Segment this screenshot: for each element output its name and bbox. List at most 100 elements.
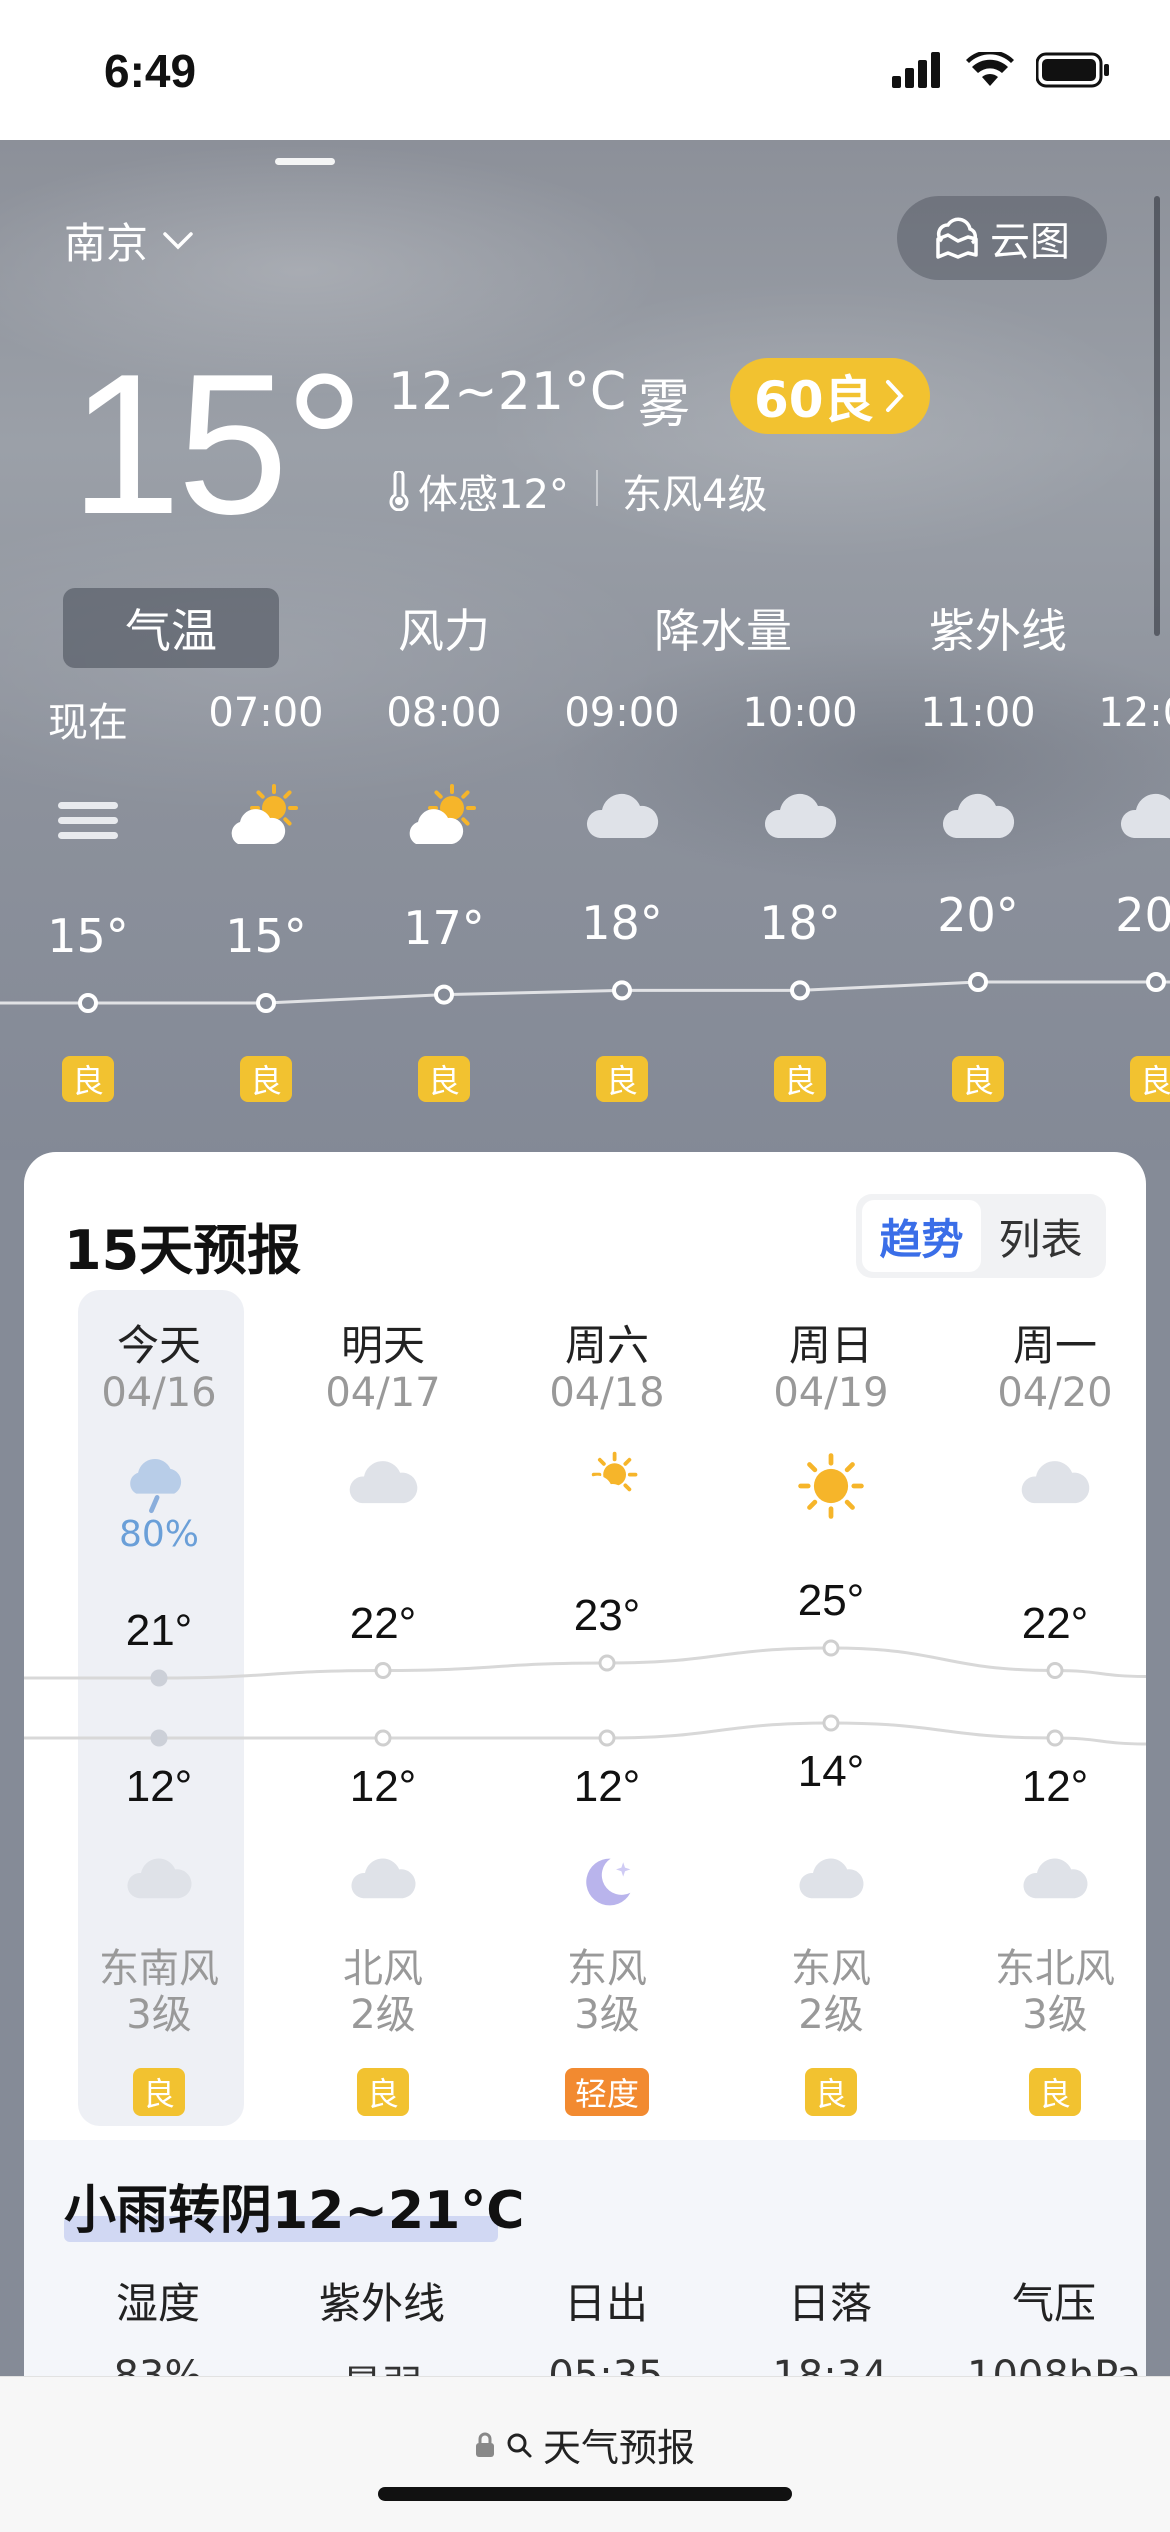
day-low: 12°: [1021, 1762, 1089, 1811]
wifi-icon: [966, 52, 1014, 86]
day-name: 今天: [116, 1321, 201, 1370]
sun-icon: [798, 1453, 864, 1519]
day-high: 21°: [125, 1606, 193, 1655]
hour-point: [968, 972, 988, 992]
feels-like-text: 体感12°: [418, 472, 569, 518]
cloudy-icon: [764, 793, 837, 838]
hour-point: [1146, 972, 1166, 992]
hour-temp: 15°: [225, 909, 307, 963]
forecast-day[interactable]: 明天 04/17 22° 12° 北风 2级 良: [271, 1152, 495, 2132]
forecast-day[interactable]: 周一 04/20 22° 12° 东北风 3级 良: [943, 1152, 1146, 2132]
day-name: 周一: [1012, 1321, 1097, 1370]
day-date: 04/17: [325, 1370, 441, 1416]
partly-sunny-icon: [574, 1451, 638, 1509]
day-date: 04/18: [549, 1370, 665, 1416]
forecast-day[interactable]: 今天 04/16 80% 21° 12° 东南风 3级 良: [47, 1152, 271, 2132]
cloudy-icon: [586, 793, 659, 838]
day-low: 12°: [125, 1762, 193, 1811]
battery-icon: [1036, 52, 1109, 88]
day-aqi-badge: 轻度: [564, 2068, 650, 2116]
tab-wind[interactable]: 风力: [336, 588, 552, 668]
temp-range: 12~21°C: [388, 362, 627, 422]
stat-label: 日落: [787, 2279, 872, 2328]
hour-label: 09:00: [564, 690, 680, 736]
feels-like: 体感12°: [388, 462, 569, 520]
hour-aqi-badge: 良: [1130, 1056, 1170, 1102]
tab-uv[interactable]: 紫外线: [890, 588, 1106, 668]
hour-temp: 20°: [937, 888, 1019, 942]
day-aqi-badge: 良: [1028, 2068, 1082, 2116]
hour-label: 07:00: [208, 690, 324, 736]
chevron-right-icon: [885, 380, 904, 412]
cloudy-icon: [127, 1858, 192, 1899]
hourly-line: [0, 980, 1170, 1005]
partly-sunny-icon: [409, 784, 476, 844]
aqi-label: 60良: [754, 371, 874, 429]
address-bar[interactable]: 天气预报: [0, 2417, 1170, 2472]
hour-point: [790, 980, 810, 1001]
current-temperature: 15°: [70, 333, 364, 556]
hour-aqi-badge: 良: [62, 1056, 114, 1102]
scrollbar[interactable]: [1154, 196, 1160, 636]
current-wind: 东风4级: [622, 472, 768, 518]
status-bar: 6:49: [0, 0, 1170, 140]
day-wind: 北风 2级: [343, 1946, 423, 2038]
thermometer-icon: [389, 471, 409, 511]
tab-temperature[interactable]: 气温: [63, 588, 279, 668]
cloudy-icon: [942, 793, 1015, 838]
hour-point: [612, 980, 632, 1001]
day-name: 周日: [788, 1321, 873, 1370]
hour-label: 08:00: [386, 690, 502, 736]
cloudy-icon: [1120, 793, 1170, 838]
hour-aqi-badge: 良: [596, 1056, 648, 1102]
stat-label: 湿度: [115, 2279, 200, 2328]
forecast-day[interactable]: 周日 04/19 25° 14° 东风 2级 良: [719, 1152, 943, 2132]
precip-chance: 80%: [118, 1514, 199, 1555]
day-low: 12°: [573, 1762, 641, 1811]
hour-point: [434, 984, 454, 1005]
day-high: 25°: [797, 1576, 865, 1625]
day-aqi-badge: 良: [356, 2068, 410, 2116]
hour-label: 现在: [48, 700, 128, 746]
day-wind: 东风 2级: [791, 1946, 871, 2038]
day-date: 04/16: [101, 1370, 217, 1416]
aqi-badge[interactable]: 60良: [730, 358, 930, 434]
forecast-day[interactable]: 周六 04/18 23° 12° 东风 3级 轻度: [495, 1152, 719, 2132]
hour-label: 11:00: [920, 690, 1036, 736]
cloudy-icon: [1021, 1461, 1090, 1504]
cloud-map-icon: [936, 217, 978, 259]
hour-temp: 18°: [759, 896, 841, 951]
day-name: 周六: [564, 1321, 649, 1370]
hour-temp: 20°: [1115, 888, 1170, 942]
day-aqi-badge: 良: [132, 2068, 186, 2116]
chevron-down-icon: [163, 231, 193, 249]
day-low: 12°: [349, 1762, 417, 1811]
day-high: 22°: [1021, 1598, 1089, 1648]
tab-precipitation[interactable]: 降水量: [615, 588, 831, 668]
partly-sunny-icon: [231, 784, 298, 844]
hour-label: 12:00: [1098, 690, 1170, 736]
hour-temp: 15°: [47, 909, 129, 963]
hour-point: [256, 993, 276, 1013]
hour-aqi-badge: 良: [774, 1056, 826, 1102]
hour-point: [78, 993, 98, 1013]
cloudy-icon: [351, 1858, 416, 1899]
hour-aqi-badge: 良: [418, 1056, 470, 1102]
browser-bottom-bar: 天气预报: [0, 2376, 1170, 2532]
day-name: 明天: [340, 1321, 425, 1370]
day-date: 04/20: [997, 1370, 1113, 1416]
hourly-forecast[interactable]: 现在 15° 良 07:00 15° 良 08:00 17° 良 09:00 18° …: [0, 690, 1170, 1110]
city-selector[interactable]: 南京: [64, 210, 194, 271]
day-wind: 东风 3级: [567, 1946, 647, 2038]
url-text: 天气预报: [542, 2426, 695, 2470]
day-wind: 东南风 3级: [99, 1946, 219, 2038]
moon-icon: [586, 1858, 631, 1906]
hour-aqi-badge: 良: [240, 1056, 292, 1102]
day-aqi-badge: 良: [804, 2068, 858, 2116]
hour-aqi-badge: 良: [952, 1056, 1004, 1102]
cloud-map-button[interactable]: 云图: [897, 196, 1107, 280]
haze-icon: [58, 802, 118, 839]
drag-handle[interactable]: [275, 158, 335, 165]
divider: [596, 470, 598, 506]
hour-temp: 17°: [403, 900, 485, 955]
